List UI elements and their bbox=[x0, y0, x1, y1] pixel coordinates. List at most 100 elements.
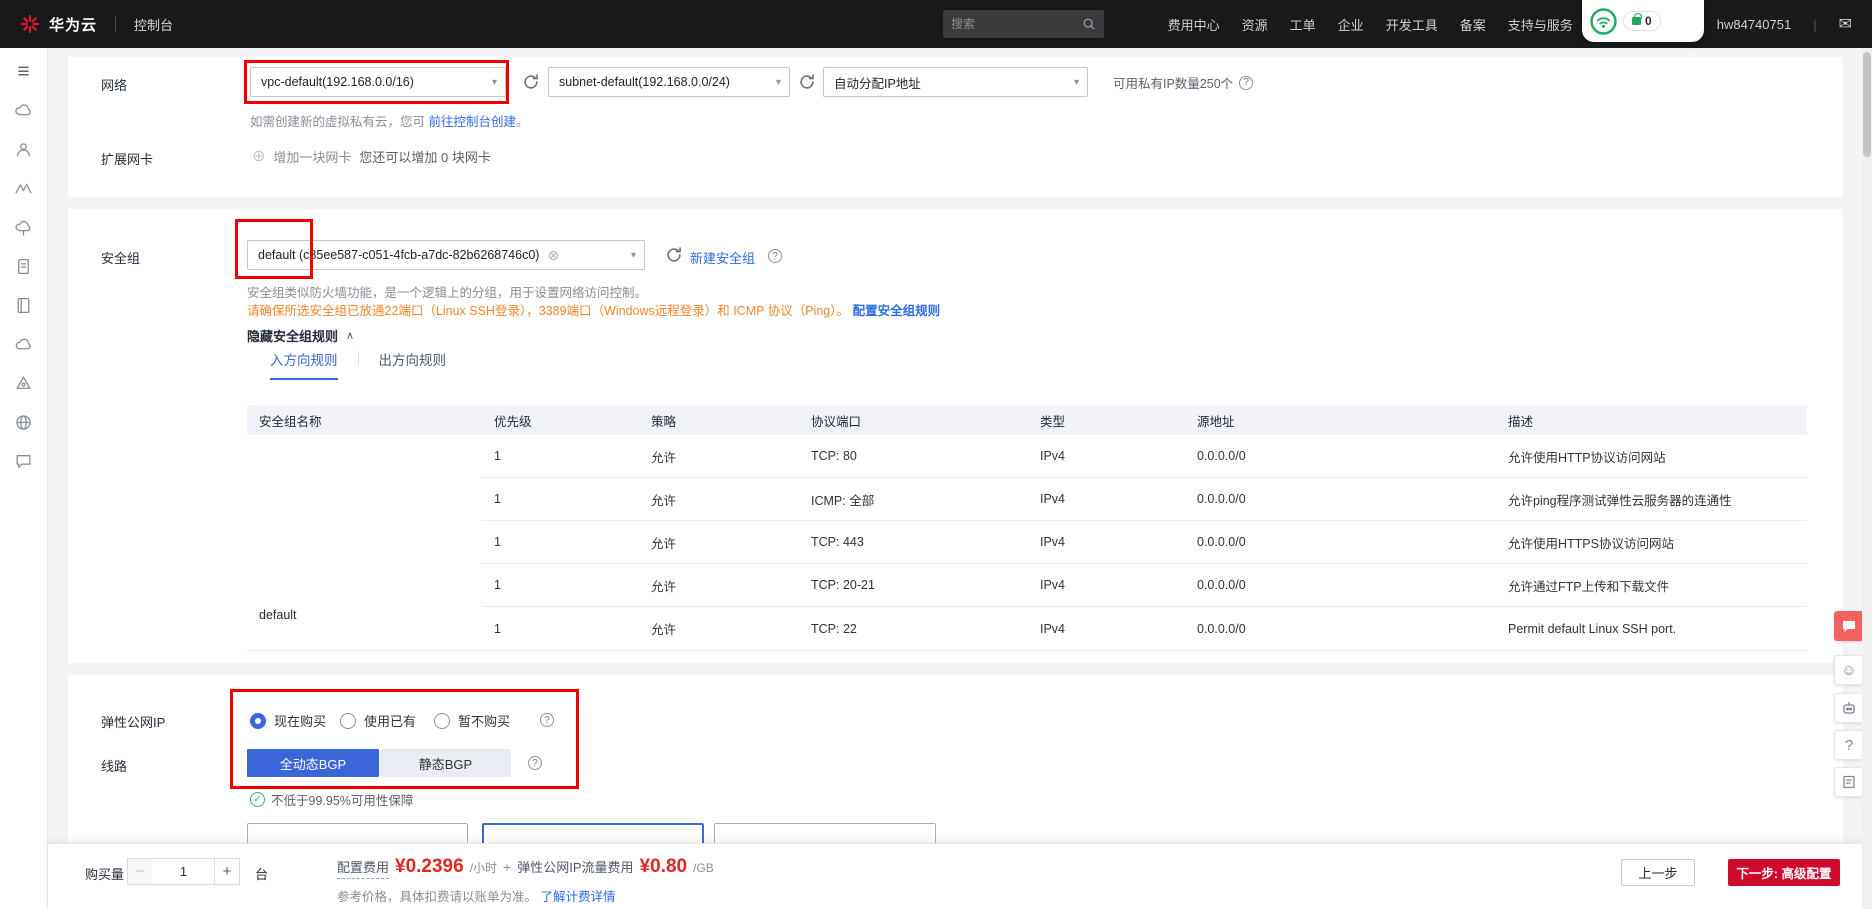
quantity-minus-button[interactable]: − bbox=[127, 858, 153, 885]
speed-gauge-icon[interactable] bbox=[1590, 7, 1617, 35]
radio-icon[interactable] bbox=[340, 712, 356, 729]
blocked-count-badge[interactable]: 0 bbox=[1623, 11, 1661, 31]
nav-item-billing[interactable]: 费用中心 bbox=[1168, 15, 1220, 34]
new-security-group-link[interactable]: 新建安全组 bbox=[690, 248, 755, 267]
radio-checked-icon[interactable] bbox=[250, 712, 266, 729]
cell-protocol-port: TCP: 443 bbox=[811, 535, 864, 549]
nav-item-resources[interactable]: 资源 bbox=[1242, 15, 1268, 34]
console-link[interactable]: 控制台 bbox=[134, 15, 173, 34]
quantity-plus-button[interactable]: + bbox=[214, 858, 240, 885]
ip-allocation-value: 自动分配IP地址 bbox=[834, 76, 921, 91]
cell-action: 允许 bbox=[651, 579, 677, 594]
huawei-logo[interactable]: 华为云 bbox=[20, 14, 97, 35]
quantity-input[interactable] bbox=[152, 858, 215, 885]
nav-item-tickets[interactable]: 工单 bbox=[1290, 15, 1316, 34]
cell-priority: 1 bbox=[494, 621, 501, 636]
globe-icon[interactable] bbox=[13, 411, 35, 433]
feedback-chat-icon[interactable] bbox=[1834, 611, 1864, 641]
username[interactable]: hw84740751 bbox=[1717, 17, 1791, 32]
deployment-icon[interactable] bbox=[13, 372, 35, 394]
vpc-select[interactable]: vpc-default(192.168.0.0/16) ▾ bbox=[250, 67, 506, 97]
hide-rules-toggle[interactable]: 隐藏安全组规则 ∧ bbox=[247, 326, 354, 345]
table-row: 1 允许 TCP: 443 IPv4 0.0.0.0/0 允许使用HTTPS协议… bbox=[482, 521, 1807, 564]
self-service-icon[interactable] bbox=[1834, 693, 1864, 723]
vpc-create-hint: 如需创建新的虚拟私有云，您可 前往控制台创建。 bbox=[250, 111, 529, 130]
mail-icon[interactable]: ✉ bbox=[1839, 14, 1852, 34]
next-step-button[interactable]: 下一步: 高级配置 bbox=[1728, 859, 1840, 886]
previous-step-button[interactable]: 上一步 bbox=[1621, 859, 1695, 886]
help-icon[interactable]: ? bbox=[1834, 730, 1864, 760]
quantity-unit: 台 bbox=[255, 867, 269, 882]
help-icon[interactable]: ? bbox=[540, 713, 554, 727]
vpc-select-value: vpc-default(192.168.0.0/16) bbox=[261, 75, 414, 89]
ip-allocation-select[interactable]: 自动分配IP地址 ▾ bbox=[823, 67, 1088, 97]
add-nic-button[interactable]: 增加一块网卡 bbox=[273, 147, 351, 166]
nav-divider-2: | bbox=[1813, 16, 1817, 32]
nav-item-icp[interactable]: 备案 bbox=[1460, 15, 1486, 34]
cell-action: 允许 bbox=[651, 623, 677, 637]
sg-refresh-icon[interactable] bbox=[665, 246, 683, 264]
subnet-select[interactable]: subnet-default(192.168.0.0/24) ▾ bbox=[548, 67, 790, 97]
chevron-up-icon: ∧ bbox=[346, 330, 355, 342]
notebook-icon[interactable] bbox=[13, 294, 35, 316]
rule-tabs: 入方向规则 出方向规则 bbox=[270, 349, 446, 380]
cloud-server-icon[interactable] bbox=[13, 99, 35, 121]
add-circle-icon[interactable]: ⊕ bbox=[252, 148, 265, 165]
tab-outbound-rules[interactable]: 出方向规则 bbox=[379, 349, 447, 378]
menu-icon[interactable]: ≡ bbox=[13, 60, 35, 82]
network-icon[interactable] bbox=[13, 177, 35, 199]
nav-item-support[interactable]: 支持与服务 bbox=[1508, 15, 1573, 34]
eip-option-buy-now[interactable]: 现在购买 bbox=[250, 711, 326, 730]
nav-divider bbox=[115, 16, 117, 32]
eip-option-not-now[interactable]: 暂不购买 bbox=[434, 711, 510, 730]
vpc-refresh-icon[interactable] bbox=[522, 73, 540, 91]
satisfaction-icon[interactable]: ☺ bbox=[1834, 655, 1864, 685]
security-group-select[interactable]: default (c85ee587-c051-4fcb-a7dc-82b6268… bbox=[247, 240, 645, 270]
cell-type: IPv4 bbox=[1040, 578, 1066, 592]
subnet-refresh-icon[interactable] bbox=[798, 73, 816, 91]
pricing-details-link[interactable]: 了解计费详情 bbox=[541, 890, 616, 904]
user-icon[interactable] bbox=[13, 138, 35, 160]
cloud-icon[interactable] bbox=[13, 333, 35, 355]
nic-label: 扩展网卡 bbox=[101, 152, 154, 167]
scrollbar-thumb[interactable] bbox=[1863, 52, 1871, 157]
cell-source: 0.0.0.0/0 bbox=[1197, 492, 1246, 506]
help-icon[interactable]: ? bbox=[1239, 75, 1254, 90]
config-fee-unit: /小时 bbox=[469, 861, 498, 875]
line-option-static-bgp[interactable]: 静态BGP bbox=[380, 749, 511, 777]
tab-inbound-rules[interactable]: 入方向规则 bbox=[270, 349, 338, 380]
nav-item-enterprise[interactable]: 企业 bbox=[1338, 15, 1364, 34]
goto-console-link[interactable]: 前往控制台创建 bbox=[429, 115, 517, 129]
survey-icon[interactable] bbox=[1834, 767, 1864, 797]
security-group-label: 安全组 bbox=[101, 251, 141, 266]
help-icon[interactable]: ? bbox=[528, 756, 542, 770]
purchase-footer: 购买量 − + 台 配置费用 ¥0.2396 /小时 + 弹性公网IP流量费用 … bbox=[48, 843, 1872, 909]
config-sg-rules-link[interactable]: 配置安全组规则 bbox=[853, 304, 941, 318]
support-chat-icon[interactable] bbox=[13, 450, 35, 472]
remove-tag-icon[interactable]: ⊗ bbox=[547, 247, 559, 264]
cell-source: 0.0.0.0/0 bbox=[1197, 535, 1246, 549]
col-header-sg-name: 安全组名称 bbox=[259, 414, 322, 429]
option-label: 使用已有 bbox=[364, 714, 417, 729]
eip-option-use-existing[interactable]: 使用已有 bbox=[340, 711, 416, 730]
cell-priority: 1 bbox=[494, 578, 501, 592]
brand-name: 华为云 bbox=[49, 16, 98, 34]
help-icon[interactable]: ? bbox=[768, 249, 782, 263]
cloud-service-icon[interactable] bbox=[13, 216, 35, 238]
option-label: 现在购买 bbox=[274, 714, 327, 729]
config-fee-value: ¥0.2396 bbox=[395, 856, 464, 877]
line-option-dynamic-bgp[interactable]: 全动态BGP bbox=[247, 749, 379, 777]
search-icon[interactable] bbox=[1082, 17, 1096, 31]
cell-source: 0.0.0.0/0 bbox=[1197, 621, 1246, 636]
col-header-action: 策略 bbox=[651, 414, 677, 429]
nav-item-devtools[interactable]: 开发工具 bbox=[1386, 15, 1438, 34]
document-icon[interactable] bbox=[13, 255, 35, 277]
subnet-select-value: subnet-default(192.168.0.0/24) bbox=[559, 75, 730, 89]
security-group-panel: 安全组 default (c85ee587-c051-4fcb-a7dc-82b… bbox=[68, 209, 1843, 663]
cell-source: 0.0.0.0/0 bbox=[1197, 578, 1246, 592]
search-input[interactable] bbox=[951, 17, 1076, 31]
plus-sign: + bbox=[503, 859, 512, 875]
tab-separator bbox=[357, 351, 359, 366]
radio-icon[interactable] bbox=[434, 712, 450, 729]
price-note: 参考价格，具体扣费请以账单为准。 了解计费详情 bbox=[337, 886, 616, 905]
